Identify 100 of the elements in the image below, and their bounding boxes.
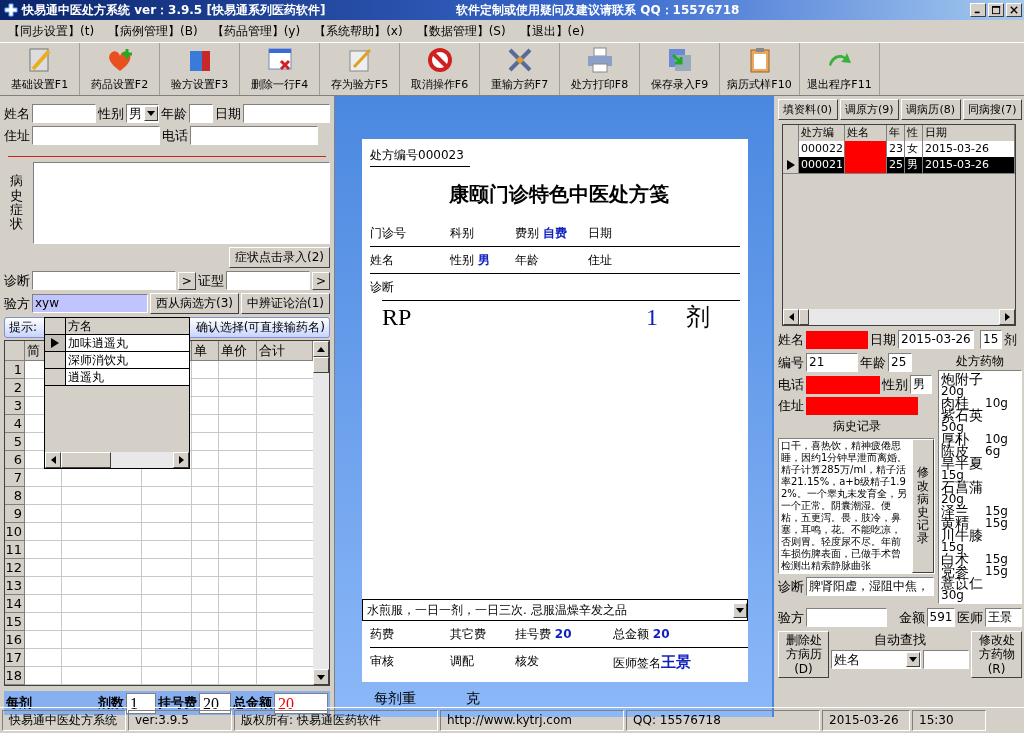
toolbar-button[interactable]: 删除一行F4: [240, 43, 320, 95]
phone-label: 电话: [778, 375, 804, 394]
menu-item[interactable]: 【病例管理】(B): [108, 22, 198, 40]
address-label: 住址: [4, 126, 30, 145]
scrollbar[interactable]: [313, 341, 329, 685]
usage-dropdown[interactable]: 水煎服，一日一剂，一日三次. 忌服温燥辛发之品: [362, 599, 748, 621]
delete-record-button[interactable]: 删除处方病历(D): [778, 631, 829, 679]
scroll-thumb[interactable]: [313, 357, 329, 373]
total-value: 20: [652, 627, 670, 641]
toolbar-button[interactable]: 基础设置F1: [0, 43, 80, 95]
right-arrow-icon: [1004, 313, 1010, 321]
phone-field[interactable]: [190, 126, 318, 145]
sex-dropdown[interactable]: 男: [125, 104, 159, 123]
toolbar-button[interactable]: 病历式样F10: [720, 43, 800, 95]
left-arrow-icon: [50, 456, 56, 464]
formula-field[interactable]: [806, 608, 887, 627]
sex-field[interactable]: 男: [910, 375, 932, 394]
doctor-field[interactable]: 王景: [985, 608, 1022, 627]
scroll-thumb[interactable]: [799, 309, 809, 325]
panel-button[interactable]: 同病搜(7): [962, 99, 1022, 120]
date-field[interactable]: [242, 104, 330, 123]
review-label: 审核: [370, 653, 395, 670]
contact-text: 软件定制或使用疑问及建议请联系 QQ：15576718: [456, 1, 741, 19]
search-label: 自动查找: [874, 631, 926, 649]
scrollbar[interactable]: [45, 452, 189, 468]
sex-label: 性别: [97, 104, 124, 123]
doses-field[interactable]: 15: [980, 330, 1002, 349]
history-row[interactable]: 000022 23 女 2015-03-26: [783, 141, 1015, 157]
sex-label: 性别: [450, 253, 474, 267]
drug-dose: 15g: [985, 553, 1009, 565]
status-text: QQ: 15576718: [626, 710, 820, 731]
doctor-label: 医师: [957, 608, 984, 627]
caret-icon: [146, 111, 155, 116]
toolbar-button[interactable]: 验方设置F3: [160, 43, 240, 95]
close-button[interactable]: [1006, 3, 1022, 17]
diagnosis-field[interactable]: 脾肾阳虚，湿阻中焦，: [806, 577, 934, 596]
number-field[interactable]: 21: [806, 353, 858, 372]
sex-label: 性别: [882, 375, 908, 394]
menu-item[interactable]: 【系统帮助】(x): [314, 22, 403, 40]
name-field[interactable]: [32, 104, 96, 123]
menu-item[interactable]: 【退出】(e): [519, 22, 585, 40]
toolbar-button[interactable]: 处方打印F8: [560, 43, 640, 95]
left-arrow-icon: [788, 313, 794, 321]
history-row[interactable]: 000021 25 男 2015-03-26: [783, 157, 1015, 173]
toolbar-button[interactable]: 保存录入F9: [640, 43, 720, 95]
clinic-number-label: 门诊号: [370, 225, 407, 242]
diagnosis-field[interactable]: [32, 271, 176, 290]
doses-unit: 剂: [1004, 330, 1017, 349]
diagnosis-label: 诊断: [370, 279, 394, 296]
toolbar-button[interactable]: 退出程序F11: [800, 43, 880, 95]
symptom-button[interactable]: 症状点击录入(2): [229, 247, 330, 268]
name-label: 姓名: [370, 252, 395, 269]
scroll-thumb[interactable]: [61, 452, 111, 468]
amount-field[interactable]: 591: [926, 608, 956, 627]
edit-history-button[interactable]: 修改病史记录: [912, 439, 934, 573]
fee-type-label: 费别: [515, 226, 539, 240]
search-field-dropdown[interactable]: 姓名: [831, 650, 921, 669]
drug-dose: 6g: [985, 445, 1001, 457]
age-field[interactable]: 25: [888, 353, 912, 372]
prescription-number: 处方编号000023: [370, 147, 470, 167]
doctor-label: 医师签名: [613, 656, 661, 670]
formula-field[interactable]: xyw: [32, 294, 148, 313]
minimize-button[interactable]: [970, 3, 986, 17]
western-formula-button[interactable]: 西从病选方(3): [150, 293, 239, 314]
date-label: 日期: [870, 330, 896, 349]
toolbar-button[interactable]: 取消操作F6: [400, 43, 480, 95]
drug-dose: 30g: [941, 589, 964, 601]
menu-item[interactable]: 【同步设置】(t): [8, 22, 95, 40]
menu-item[interactable]: 【数据管理】(S): [416, 22, 506, 40]
diagnosis-picker-button[interactable]: >: [177, 271, 196, 290]
maximize-button[interactable]: [988, 3, 1004, 17]
drug-name: 旱半夏: [941, 457, 984, 469]
syndrome-field[interactable]: [225, 271, 311, 290]
cross-icon: [4, 3, 18, 17]
history-title: 病史记录: [831, 418, 882, 435]
panel-button[interactable]: 调原方(9): [839, 99, 899, 120]
search-field[interactable]: [923, 650, 969, 669]
toolbar-button[interactable]: 重输方药F7: [480, 43, 560, 95]
dose-count: 1: [646, 303, 658, 331]
date-field[interactable]: 2015-03-26: [898, 330, 974, 349]
panel-button[interactable]: 填资料(0): [778, 99, 838, 120]
modify-drugs-button[interactable]: 修改处方药物(R): [971, 631, 1022, 679]
diagnosis-label: 诊断: [778, 577, 804, 596]
toolbar-button[interactable]: 药品设置F2: [80, 43, 160, 95]
close-icon: [1010, 6, 1018, 14]
phone-label: 电话: [162, 126, 188, 145]
formula-label: 验方: [778, 608, 804, 627]
age-field[interactable]: [188, 104, 213, 123]
menu-item[interactable]: 【药品管理】(y): [211, 22, 301, 40]
drug-name: 党参: [941, 565, 969, 577]
history-label: 病史症状: [10, 174, 23, 232]
drugs-title: 处方药物: [955, 353, 1005, 370]
scrollbar[interactable]: [783, 309, 1015, 325]
tcm-formula-button[interactable]: 中辨证论治(1): [241, 293, 330, 314]
window-title: 快易通中医处方系统 ver：3.9.5 [快易通系列医药软件]: [22, 1, 327, 19]
address-field[interactable]: [32, 126, 160, 145]
syndrome-picker-button[interactable]: >: [312, 271, 330, 290]
table-cell: 25: [887, 157, 905, 174]
toolbar-button[interactable]: 存为验方F5: [320, 43, 400, 95]
panel-button[interactable]: 调病历(8): [901, 99, 961, 120]
